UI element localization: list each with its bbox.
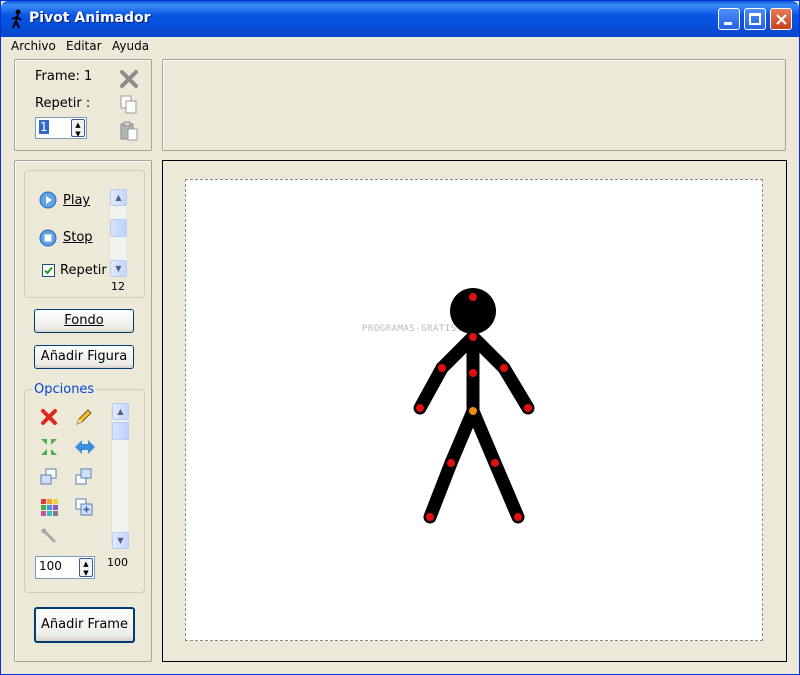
joint-handle[interactable]: [469, 293, 477, 301]
add-figure-button-label: Añadir Figura: [40, 349, 128, 364]
checkmark-icon: [44, 266, 53, 275]
spin-down-icon[interactable]: ▼: [80, 569, 92, 577]
add-frame-button-label: Añadir Frame: [41, 617, 128, 632]
app-window: Pivot Animador Archivo Editar Ayuda Fram…: [0, 0, 800, 675]
close-icon: [776, 14, 787, 25]
shrink-arrows-icon[interactable]: [39, 437, 59, 457]
scroll-up-icon[interactable]: ▲: [110, 189, 127, 206]
window-title: Pivot Animador: [29, 10, 151, 26]
scroll-up-icon[interactable]: ▲: [112, 403, 129, 420]
size-spinner[interactable]: 100 ▲ ▼: [35, 556, 95, 579]
play-icon[interactable]: [39, 191, 57, 209]
stickman-icon: [11, 9, 22, 29]
joint-handle[interactable]: [491, 459, 499, 467]
add-frame-button[interactable]: Añadir Frame: [34, 607, 135, 643]
options-scrollbar[interactable]: ▲ ▼: [111, 403, 129, 549]
background-button[interactable]: Fondo: [34, 309, 134, 333]
stick-figure[interactable]: [186, 180, 762, 640]
menu-ayuda[interactable]: Ayuda: [112, 39, 149, 53]
maximize-icon: [749, 13, 761, 25]
copy-icon[interactable]: [120, 95, 138, 115]
drawing-canvas[interactable]: PROGRAMAS-GRATIS.net: [185, 179, 763, 641]
joint-handle[interactable]: [469, 369, 477, 377]
options-group-label: Opciones: [32, 382, 97, 397]
color-palette-icon[interactable]: [39, 497, 59, 517]
joint-handle[interactable]: [447, 459, 455, 467]
spinner-arrows[interactable]: ▲ ▼: [79, 558, 93, 577]
delete-x-icon[interactable]: [39, 407, 59, 427]
canvas-area: PROGRAMAS-GRATIS.net: [162, 160, 787, 662]
joint-handle[interactable]: [438, 364, 446, 372]
scale-value: 100: [107, 556, 128, 569]
delete-frame-icon[interactable]: [119, 69, 139, 89]
duplicate-icon[interactable]: [74, 497, 94, 517]
paste-icon[interactable]: [120, 121, 138, 141]
scroll-down-icon[interactable]: ▼: [110, 260, 127, 277]
background-button-label: Fondo: [64, 313, 104, 328]
joint-handle[interactable]: [469, 333, 477, 341]
options-slider-thumb[interactable]: [112, 422, 129, 440]
maximize-button[interactable]: [744, 8, 766, 30]
repeat-checkbox-label[interactable]: Repetir: [60, 263, 107, 278]
speed-slider-thumb[interactable]: [110, 219, 127, 237]
repeat-value: 1: [39, 120, 49, 134]
joint-handle[interactable]: [514, 513, 522, 521]
title-bar[interactable]: Pivot Animador: [1, 1, 799, 37]
joint-handle[interactable]: [426, 513, 434, 521]
speed-scrollbar[interactable]: ▲ ▼: [109, 189, 127, 277]
frame-label: Frame: 1: [35, 69, 93, 84]
menu-archivo[interactable]: Archivo: [11, 39, 56, 53]
spin-up-icon[interactable]: ▲: [72, 121, 84, 129]
wrench-icon[interactable]: [40, 527, 58, 545]
spinner-arrows[interactable]: ▲ ▼: [71, 119, 85, 138]
bring-to-front-icon[interactable]: [39, 467, 59, 487]
minimize-button[interactable]: [718, 8, 740, 30]
close-window-button[interactable]: [770, 8, 792, 30]
joint-handle[interactable]: [524, 404, 532, 412]
stop-button-label[interactable]: Stop: [63, 230, 93, 245]
spin-down-icon[interactable]: ▼: [72, 130, 84, 138]
repeat-spinner[interactable]: 1 ▲ ▼: [35, 117, 87, 139]
joint-handle[interactable]: [416, 404, 424, 412]
frames-timeline-panel[interactable]: [162, 59, 786, 151]
tools-panel: Play Stop Repetir ▲ ▼ 12 Fondo Añadir Fi…: [14, 160, 152, 662]
repeat-label: Repetir :: [35, 96, 91, 111]
size-value: 100: [39, 559, 62, 573]
spin-up-icon[interactable]: ▲: [80, 560, 92, 568]
stop-icon[interactable]: [39, 229, 57, 247]
joint-handle[interactable]: [500, 364, 508, 372]
playback-group: Play Stop Repetir ▲ ▼ 12: [24, 170, 145, 298]
pencil-icon[interactable]: [74, 407, 94, 427]
repeat-checkbox[interactable]: [42, 264, 55, 277]
frame-panel: Frame: 1 Repetir : 1 ▲ ▼: [14, 59, 152, 151]
root-joint-handle[interactable]: [469, 407, 477, 415]
play-button-label[interactable]: Play: [63, 193, 90, 208]
menu-bar: Archivo Editar Ayuda: [1, 37, 799, 57]
minimize-icon: [724, 22, 732, 25]
add-figure-button[interactable]: Añadir Figura: [34, 345, 134, 369]
send-to-back-icon[interactable]: [74, 467, 94, 487]
flip-arrow-icon[interactable]: [74, 437, 96, 457]
menu-editar[interactable]: Editar: [66, 39, 102, 53]
speed-value: 12: [111, 280, 125, 293]
scroll-down-icon[interactable]: ▼: [112, 532, 129, 549]
